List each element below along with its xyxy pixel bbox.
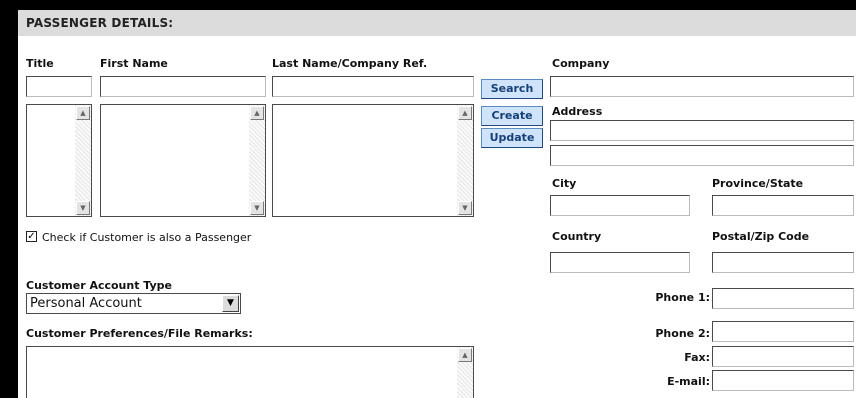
- search-button[interactable]: Search: [481, 79, 543, 99]
- last-name-input[interactable]: [272, 76, 474, 97]
- section-header: PASSENGER DETAILS:: [18, 10, 856, 36]
- company-label: Company: [552, 57, 610, 70]
- postal-code-label: Postal/Zip Code: [712, 230, 810, 243]
- passenger-checkbox-label: Check if Customer is also a Passenger: [42, 231, 252, 244]
- scroll-down-icon[interactable]: ▼: [250, 201, 264, 215]
- preferences-label: Customer Preferences/File Remarks:: [26, 327, 253, 340]
- last-name-list-scrollbar[interactable]: ▲ ▼: [457, 105, 473, 216]
- first-name-results-list[interactable]: ▲ ▼: [100, 104, 266, 217]
- first-name-list-scrollbar[interactable]: ▲ ▼: [249, 105, 265, 216]
- last-name-results-list[interactable]: ▲ ▼: [272, 104, 474, 217]
- account-type-select[interactable]: Personal Account ▼: [26, 293, 241, 314]
- first-name-input[interactable]: [100, 76, 266, 97]
- phone1-input[interactable]: [712, 288, 854, 309]
- scroll-up-icon[interactable]: ▲: [458, 348, 472, 362]
- title-input[interactable]: [26, 76, 92, 97]
- province-label: Province/State: [712, 177, 804, 190]
- phone2-label: Phone 2:: [655, 327, 710, 340]
- scroll-up-icon[interactable]: ▲: [76, 106, 90, 120]
- country-label: Country: [552, 230, 602, 243]
- scroll-up-icon[interactable]: ▲: [458, 106, 472, 120]
- preferences-scrollbar[interactable]: ▲: [457, 347, 473, 398]
- account-type-label: Customer Account Type: [26, 279, 173, 292]
- province-input[interactable]: [712, 195, 854, 216]
- passenger-checkbox[interactable]: ✓: [26, 231, 37, 242]
- scroll-up-icon[interactable]: ▲: [250, 106, 264, 120]
- fax-input[interactable]: [712, 346, 854, 367]
- title-results-list[interactable]: ▲ ▼: [26, 104, 92, 217]
- first-name-label: First Name: [100, 57, 168, 70]
- section-title: PASSENGER DETAILS:: [26, 16, 174, 30]
- fax-label: Fax:: [684, 351, 710, 364]
- scroll-down-icon[interactable]: ▼: [76, 201, 90, 215]
- city-input[interactable]: [550, 195, 690, 216]
- phone2-input[interactable]: [712, 321, 854, 342]
- passenger-details-panel: PASSENGER DETAILS: Title First Name Last…: [18, 10, 856, 398]
- address-line2-input[interactable]: [550, 145, 854, 166]
- account-type-value: Personal Account: [30, 296, 142, 311]
- company-input[interactable]: [550, 76, 854, 97]
- email-input[interactable]: [712, 370, 854, 391]
- city-label: City: [552, 177, 577, 190]
- phone1-label: Phone 1:: [655, 291, 710, 304]
- title-list-scrollbar[interactable]: ▲ ▼: [75, 105, 91, 216]
- country-input[interactable]: [550, 252, 690, 273]
- postal-code-input[interactable]: [712, 252, 854, 273]
- create-button[interactable]: Create: [481, 106, 543, 126]
- scroll-down-icon[interactable]: ▼: [458, 201, 472, 215]
- chevron-down-icon[interactable]: ▼: [222, 295, 239, 312]
- title-label: Title: [26, 57, 54, 70]
- address-label: Address: [552, 105, 603, 118]
- preferences-textarea[interactable]: ▲: [26, 346, 474, 398]
- email-label: E-mail:: [667, 375, 710, 388]
- last-name-label: Last Name/Company Ref.: [272, 57, 428, 70]
- address-line1-input[interactable]: [550, 120, 854, 141]
- update-button[interactable]: Update: [481, 128, 543, 148]
